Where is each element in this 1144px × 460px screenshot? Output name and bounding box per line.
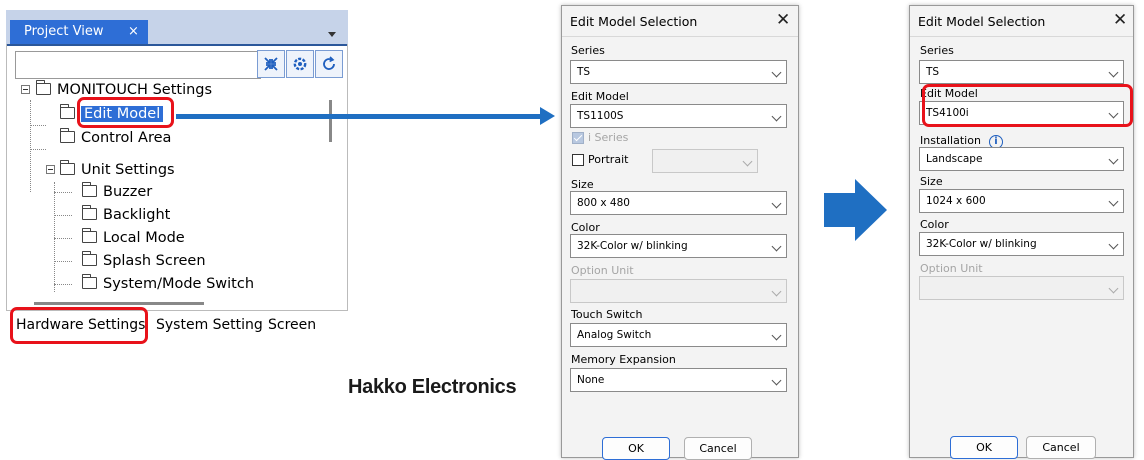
tree-horizontal-scrollbar[interactable] bbox=[34, 302, 204, 305]
big-arrow-body bbox=[824, 193, 856, 227]
chevron-down-icon bbox=[771, 286, 782, 297]
cancel-button[interactable]: Cancel bbox=[684, 437, 752, 460]
highlight-hardware-settings bbox=[10, 307, 148, 344]
portrait-select[interactable] bbox=[652, 149, 758, 173]
tree-collapse-root-icon[interactable] bbox=[21, 85, 30, 94]
memory-expansion-select[interactable]: None bbox=[570, 368, 787, 392]
color-select[interactable]: 32K-Color w/ blinking bbox=[570, 234, 787, 258]
company-name: Hakko Electronics bbox=[348, 376, 517, 398]
folder-icon bbox=[81, 228, 97, 243]
i-series-checkbox[interactable] bbox=[572, 132, 584, 144]
dialog-title: Edit Model Selection bbox=[570, 14, 698, 29]
chevron-down-icon bbox=[1108, 239, 1119, 250]
option-unit-label: Option Unit bbox=[571, 264, 634, 277]
chevron-down-icon bbox=[1108, 283, 1119, 294]
series-select[interactable]: TS bbox=[919, 60, 1124, 84]
edit-model-dialog-2: Edit Model Selection ✕ Series TS Edit Mo… bbox=[909, 5, 1134, 459]
series-label: Series bbox=[571, 44, 605, 57]
tree-item-system-mode-switch[interactable]: System/Mode Switch bbox=[81, 273, 254, 295]
size-select[interactable]: 1024 x 600 bbox=[919, 189, 1124, 213]
portrait-checkbox[interactable] bbox=[572, 154, 584, 166]
folder-icon bbox=[81, 251, 97, 266]
option-unit-label: Option Unit bbox=[920, 262, 983, 275]
series-label: Series bbox=[920, 44, 954, 57]
touch-switch-label: Touch Switch bbox=[571, 308, 643, 321]
tree-item-splash-screen[interactable]: Splash Screen bbox=[81, 250, 206, 272]
tab-project-view[interactable]: Project View × bbox=[10, 20, 148, 44]
folder-icon bbox=[59, 128, 75, 143]
ok-button[interactable]: OK bbox=[950, 436, 1018, 459]
folder-icon bbox=[81, 182, 97, 197]
highlight-edit-model bbox=[77, 97, 174, 128]
collapse-all-icon bbox=[264, 57, 278, 71]
chevron-down-icon bbox=[771, 111, 782, 122]
chevron-down-icon bbox=[771, 67, 782, 78]
i-series-label: i Series bbox=[588, 131, 629, 144]
portrait-label: Portrait bbox=[588, 153, 629, 166]
tab-project-view-label: Project View bbox=[24, 24, 104, 39]
chevron-down-icon bbox=[1108, 154, 1119, 165]
chevron-down-icon bbox=[771, 375, 782, 386]
close-icon[interactable]: ✕ bbox=[776, 10, 790, 30]
settings-icon bbox=[293, 57, 307, 71]
highlight-edit-model-selection bbox=[922, 84, 1133, 127]
chevron-down-icon bbox=[1108, 67, 1119, 78]
tree-item-buzzer[interactable]: Buzzer bbox=[81, 181, 152, 203]
tab-strip: Project View × bbox=[6, 10, 348, 46]
arrow-line bbox=[176, 114, 544, 119]
size-select[interactable]: 800 x 480 bbox=[570, 191, 787, 215]
refresh-button[interactable] bbox=[315, 50, 343, 78]
edit-model-dialog-1: Edit Model Selection ✕ Series TS Edit Mo… bbox=[561, 5, 799, 460]
installation-select[interactable]: Landscape bbox=[919, 147, 1124, 171]
chevron-down-icon bbox=[1108, 196, 1119, 207]
series-select[interactable]: TS bbox=[570, 60, 787, 84]
tree-item-control-area[interactable]: Control Area bbox=[59, 127, 171, 149]
dialog-title: Edit Model Selection bbox=[918, 14, 1046, 29]
folder-icon bbox=[59, 160, 75, 175]
tree-collapse-unit-settings-icon[interactable] bbox=[46, 165, 55, 174]
collapse-all-button[interactable] bbox=[257, 50, 285, 78]
option-unit-select[interactable] bbox=[570, 279, 787, 303]
project-view-panel: Project View × MONITOUCH Settings Edit M… bbox=[6, 10, 348, 341]
color-select[interactable]: 32K-Color w/ blinking bbox=[919, 232, 1124, 256]
settings-button[interactable] bbox=[286, 50, 314, 78]
close-icon[interactable]: ✕ bbox=[1113, 10, 1127, 30]
panel-dropdown-icon[interactable] bbox=[328, 32, 336, 37]
tree-item-backlight[interactable]: Backlight bbox=[81, 204, 170, 226]
chevron-down-icon bbox=[742, 156, 753, 167]
option-unit-select[interactable] bbox=[919, 276, 1124, 300]
refresh-icon bbox=[323, 56, 335, 70]
cancel-button[interactable]: Cancel bbox=[1026, 436, 1096, 459]
chevron-down-icon bbox=[771, 330, 782, 341]
tab-system-settings[interactable]: System Settings bbox=[150, 311, 278, 339]
size-label: Size bbox=[571, 178, 594, 191]
color-label: Color bbox=[920, 218, 949, 231]
chevron-down-icon bbox=[771, 198, 782, 209]
touch-switch-select[interactable]: Analog Switch bbox=[570, 323, 787, 347]
ok-button[interactable]: OK bbox=[602, 437, 670, 460]
tree-vertical-scrollbar[interactable] bbox=[329, 100, 332, 142]
chevron-down-icon bbox=[771, 241, 782, 252]
folder-icon bbox=[59, 104, 75, 119]
memory-expansion-label: Memory Expansion bbox=[571, 353, 676, 366]
tab-screen[interactable]: Screen bbox=[262, 311, 323, 339]
installation-label: Installation bbox=[920, 134, 981, 147]
tab-close-icon[interactable]: × bbox=[128, 20, 139, 44]
folder-icon bbox=[81, 205, 97, 220]
edit-model-select[interactable]: TS1100S bbox=[570, 104, 787, 128]
arrow-head bbox=[540, 107, 555, 125]
search-input[interactable] bbox=[15, 51, 261, 79]
folder-icon bbox=[35, 80, 51, 95]
edit-model-label: Edit Model bbox=[571, 90, 629, 103]
size-label: Size bbox=[920, 175, 943, 188]
tree-item-unit-settings[interactable]: Unit Settings bbox=[59, 159, 175, 181]
folder-icon bbox=[81, 274, 97, 289]
color-label: Color bbox=[571, 221, 600, 234]
big-arrow-head bbox=[855, 179, 887, 241]
tree-item-local-mode[interactable]: Local Mode bbox=[81, 227, 185, 249]
